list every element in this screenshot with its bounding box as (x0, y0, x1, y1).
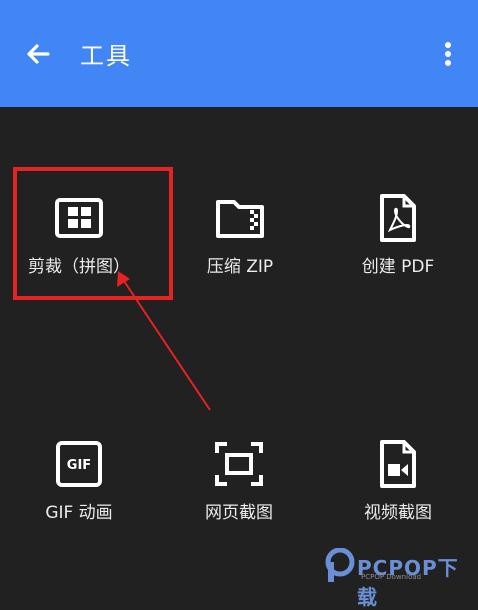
tool-gif-animation[interactable]: GIF GIF 动画 (4, 438, 154, 558)
zip-folder-icon (216, 200, 264, 238)
watermark: PCPOP下载 PCPOP Download (325, 548, 475, 609)
tool-create-pdf[interactable]: 创建 PDF (323, 192, 473, 312)
tool-label: 网页截图 (205, 503, 273, 523)
tool-label: 视频截图 (364, 503, 432, 523)
screenshot-frame-icon (215, 442, 263, 486)
tool-compress-zip[interactable]: 压缩 ZIP (165, 192, 315, 312)
pdf-file-icon (380, 194, 416, 242)
tool-webpage-screenshot[interactable]: 网页截图 (164, 438, 314, 558)
tool-crop-collage[interactable]: 剪裁（拼图） (4, 192, 154, 312)
grid-collage-icon (55, 198, 103, 238)
watermark-sub: PCPOP Download (361, 573, 422, 581)
more-options-icon[interactable] (436, 38, 460, 70)
video-file-icon (380, 440, 416, 488)
tool-video-screenshot[interactable]: 视频截图 (323, 438, 473, 558)
svg-text:GIF: GIF (67, 458, 91, 473)
tool-label: 剪裁（拼图） (28, 257, 130, 277)
tool-label: 压缩 ZIP (206, 257, 274, 277)
tool-label: GIF 动画 (45, 503, 113, 523)
app-bar: 工具 (0, 0, 478, 107)
tool-label: 创建 PDF (361, 257, 435, 277)
back-arrow-icon[interactable] (22, 38, 54, 70)
page-title: 工具 (80, 42, 132, 70)
watermark-brand: PCPOP下载 (357, 556, 459, 609)
pcpop-logo-icon (325, 548, 355, 582)
gif-icon: GIF (56, 441, 102, 487)
